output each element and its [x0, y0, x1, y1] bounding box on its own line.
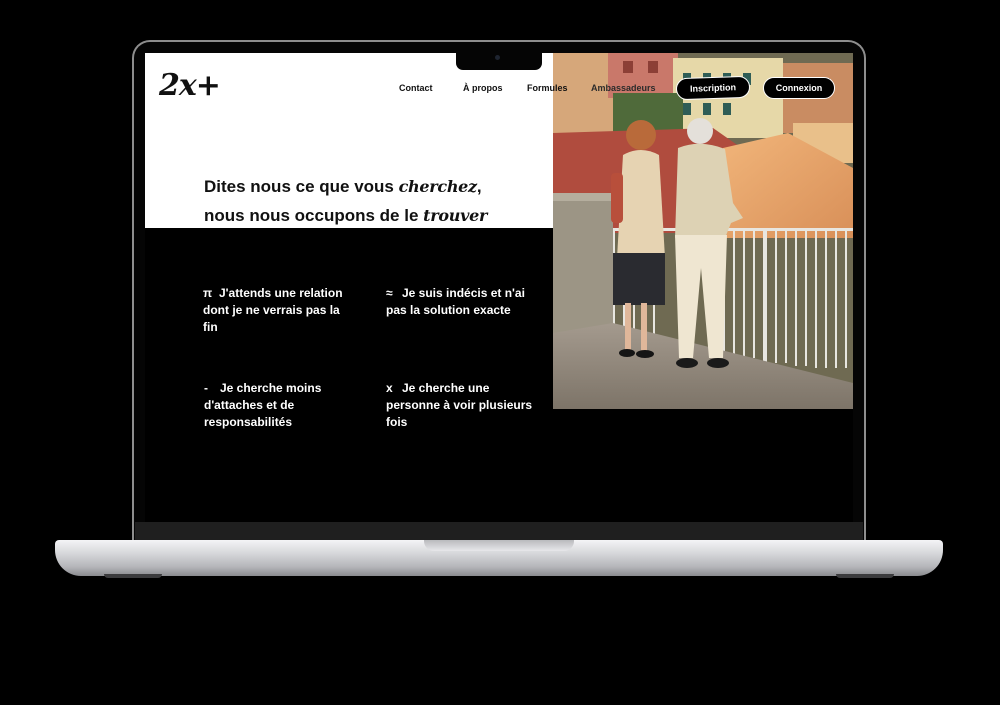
option-symbol: ≈ [386, 286, 393, 300]
hero-headline: Dites nous ce que vous cherchez, nous no… [204, 172, 544, 230]
headline-line2: nous nous occupons de le [204, 206, 424, 225]
option-symbol: x [386, 381, 393, 395]
option-label: Je suis indécis et n'ai pas la solution … [386, 286, 525, 317]
inscription-button[interactable]: Inscription [675, 75, 751, 101]
photo-illustration [553, 53, 853, 409]
option-relation[interactable]: π J'attends une relation dont je ne verra… [203, 285, 355, 336]
elderly-couple-photo [553, 53, 853, 409]
camera-notch [456, 53, 542, 70]
headline-script-word-1: cherchez [398, 177, 478, 196]
headline-comma: , [476, 177, 482, 196]
laptop-opening-lip [424, 540, 574, 551]
option-label: J'attends une relation dont je ne verrai… [203, 286, 343, 334]
camera-icon [495, 55, 500, 60]
screen-bottom-bezel [135, 522, 863, 541]
nav-ambassadeurs[interactable]: Ambassadeurs [591, 83, 656, 93]
screen: 2x+ Contact À propos Formules Ambassadeu… [145, 53, 853, 522]
nav-formules[interactable]: Formules [527, 83, 568, 93]
laptop-foot-left [104, 574, 162, 578]
option-plusieurs-fois[interactable]: x Je cherche une personne à voir plusieur… [386, 380, 538, 431]
option-symbol: - [204, 381, 208, 395]
option-label: Je cherche une personne à voir plusieurs… [386, 381, 533, 429]
headline-line1: Dites nous ce que vous [204, 177, 399, 196]
option-moins-attaches[interactable]: - Je cherche moins d'attaches et de respo… [204, 380, 356, 431]
option-symbol: π [203, 286, 213, 300]
option-label: Je cherche moins d'attaches et de respon… [204, 381, 322, 429]
option-indecis[interactable]: ≈ Je suis indécis et n'ai pas la solution… [386, 285, 538, 319]
connexion-button[interactable]: Connexion [763, 77, 835, 99]
laptop-foot-right [836, 574, 894, 578]
nav-contact[interactable]: Contact [399, 83, 433, 93]
main-nav: Contact À propos Formules Ambassadeurs I… [145, 75, 853, 101]
headline-script-word-2: trouver [423, 206, 488, 225]
nav-apropos[interactable]: À propos [463, 83, 503, 93]
